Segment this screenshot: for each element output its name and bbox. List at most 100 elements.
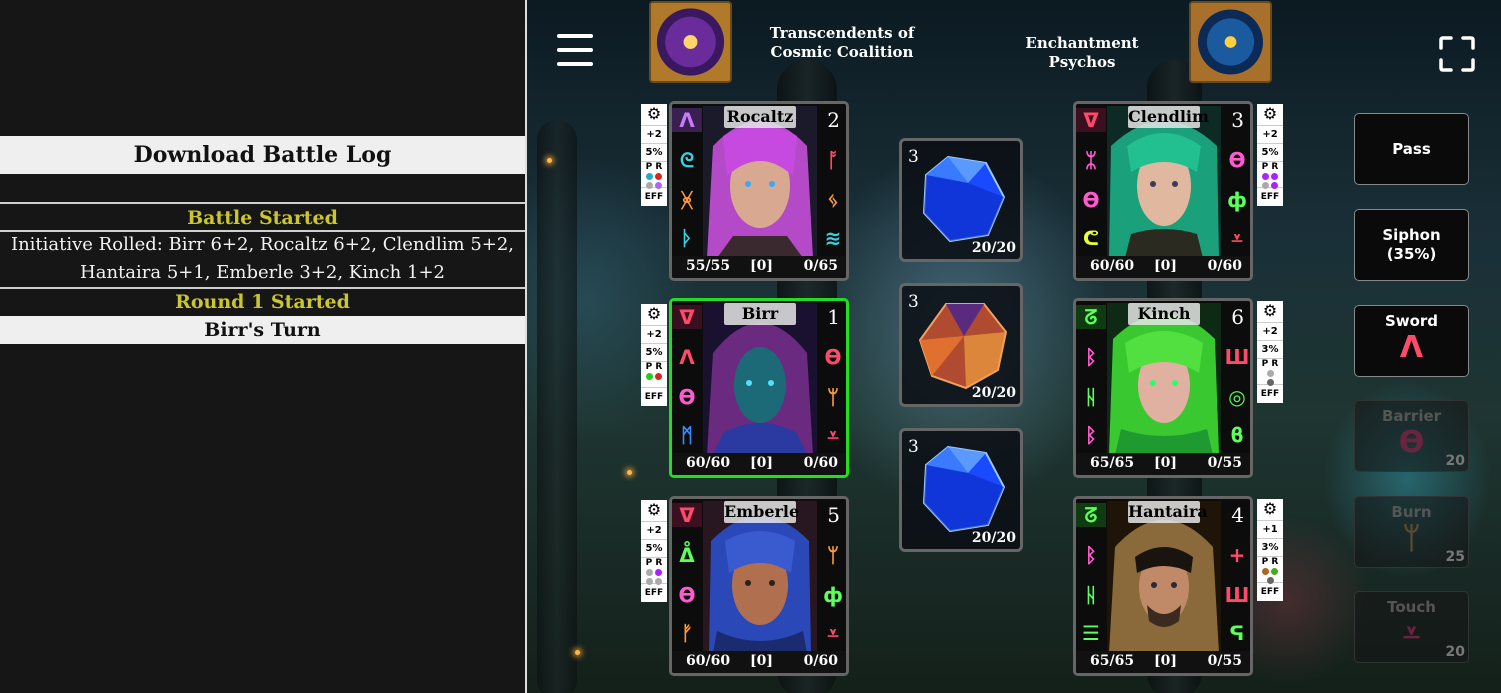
gem-icon — [918, 303, 1008, 390]
unit-card-rocaltz[interactable]: ᐱ ᘓ ᚸ ᚦ ᚩ ᛃ ≋ Rocaltz 2 55/55 [0] 0/65 — [669, 101, 849, 281]
hp-value: 65/65 — [1090, 455, 1135, 471]
unit-stat-bar: 60/60 [0] 0/60 — [672, 453, 846, 475]
energy-cost: 25 — [1445, 549, 1465, 565]
unit-stats-rocaltz: ⚙ +2 5% P R EFF — [641, 104, 667, 206]
gear-icon[interactable]: ⚙ — [641, 500, 667, 522]
gear-icon[interactable]: ⚙ — [641, 104, 667, 126]
log-entry-heading: Round 1 Started — [175, 291, 350, 313]
unit-card-emberle[interactable]: ᐁ ᐂ ϴ ᚠ ᛘ ф ⩡ Emberle 5 60/60 [0] 0/60 — [669, 496, 849, 676]
log-divider — [0, 202, 525, 204]
gem-card-2[interactable]: 3 20/20 — [899, 283, 1023, 407]
unit-stats-clendlim: ⚙ +2 5% P R EFF — [1257, 104, 1283, 206]
unit-stats-hantaira: ⚙ +1 3% P R EFF — [1257, 499, 1283, 601]
energy-value: 0/55 — [1207, 455, 1242, 471]
shield-value: [0] — [750, 653, 773, 669]
gem-icon — [922, 445, 1006, 533]
download-battle-log-button[interactable]: Download Battle Log — [0, 136, 525, 174]
unit-portrait — [703, 106, 817, 258]
initiative-value: 2 — [827, 108, 840, 132]
hp-value: 60/60 — [686, 455, 731, 471]
energy-value: 0/65 — [803, 258, 838, 274]
gem-hp: 20/20 — [971, 530, 1016, 546]
initiative-value: 5 — [827, 503, 840, 527]
unit-card-kinch[interactable]: ᘔ ᛒ ᚺ ᛒ Ш ◎ ϐ Kinch 6 65/65 [0] 0/55 — [1073, 298, 1253, 478]
shield-value: [0] — [1154, 455, 1177, 471]
gear-icon[interactable]: ⚙ — [641, 304, 667, 326]
unit-card-clendlim[interactable]: ᐁ ᛯ ϴ ᕦ ϴ ф ⩡ Clendlim 3 60/60 [0] 0/60 — [1073, 101, 1253, 281]
touch-button[interactable]: Touch ⩡ 20 — [1354, 591, 1469, 663]
energy-value: 0/60 — [803, 455, 838, 471]
battle-log-panel: Download Battle Log Battle Started Initi… — [0, 0, 525, 693]
unit-name: Kinch — [1128, 303, 1200, 325]
unit-stats-kinch: ⚙ +2 3% P R EFF — [1257, 301, 1283, 403]
energy-value: 0/60 — [1207, 258, 1242, 274]
shield-value: [0] — [750, 455, 773, 471]
siphon-button[interactable]: Siphon (35%) — [1354, 209, 1469, 281]
sword-button[interactable]: Sword ᐱ — [1354, 305, 1469, 377]
shield-value: [0] — [750, 258, 773, 274]
rune-column-left: ᐁ ᐂ ϴ ᚠ — [672, 499, 702, 653]
unit-stat-bar: 65/65 [0] 0/55 — [1076, 651, 1250, 673]
shield-value: [0] — [1154, 258, 1177, 274]
team-emblem-left — [649, 1, 732, 83]
unit-portrait — [703, 501, 817, 653]
energy-cost: 20 — [1445, 453, 1465, 469]
shield-value: [0] — [1154, 653, 1177, 669]
sword-rune-icon: ᐱ — [1399, 330, 1424, 365]
unit-card-birr[interactable]: ᐁ ᐱ ϴ ᛗ ϴ ᛘ ⩡ Birr 1 60/60 [0] 0/60 — [669, 298, 849, 478]
initiative-value: 6 — [1231, 305, 1244, 329]
rune-column-left: ᐁ ᛯ ϴ ᕦ — [1076, 104, 1106, 258]
unit-stats-birr: ⚙ +2 5% P R EFF — [641, 304, 667, 406]
unit-card-hantaira[interactable]: ᘔ ᛒ ᚺ ☰ + Ш ᕋ Hantaira 4 65/65 [0] 0/55 — [1073, 496, 1253, 676]
firefly — [547, 158, 552, 163]
unit-name: Rocaltz — [724, 106, 796, 128]
unit-stat-bar: 55/55 [0] 0/65 — [672, 256, 846, 278]
energy-cost: 20 — [1445, 644, 1465, 660]
battlefield: Transcendents of Cosmic Coalition Enchan… — [527, 0, 1501, 693]
gem-icon — [922, 155, 1006, 243]
unit-portrait — [703, 303, 817, 455]
energy-value: 0/55 — [1207, 653, 1242, 669]
team-name-right: Enchantment Psychos — [1025, 34, 1139, 71]
barrier-button[interactable]: Barrier ϴ 20 — [1354, 400, 1469, 472]
initiative-value: 3 — [1231, 108, 1244, 132]
gear-icon[interactable]: ⚙ — [1257, 499, 1283, 521]
firefly — [575, 650, 580, 655]
fullscreen-icon[interactable] — [1439, 36, 1475, 72]
unit-portrait — [1107, 501, 1221, 653]
unit-stats-emberle: ⚙ +2 5% P R EFF — [641, 500, 667, 602]
log-entry-turn: Birr's Turn — [0, 316, 525, 344]
unit-portrait — [1107, 303, 1221, 455]
unit-name: Emberle — [724, 501, 800, 523]
gem-hp: 20/20 — [971, 385, 1016, 401]
unit-stat-bar: 60/60 [0] 0/60 — [672, 651, 846, 673]
hp-value: 60/60 — [1090, 258, 1135, 274]
rune-column-left: ᐱ ᘓ ᚸ ᚦ — [672, 104, 702, 258]
energy-value: 0/60 — [803, 653, 838, 669]
unit-portrait — [1107, 106, 1221, 258]
gear-icon[interactable]: ⚙ — [1257, 301, 1283, 323]
unit-name: Birr — [724, 303, 796, 325]
team-emblem-right — [1189, 1, 1272, 83]
rune-column-left: ᐁ ᐱ ϴ ᛗ — [672, 301, 702, 455]
hamburger-menu-icon[interactable] — [557, 34, 593, 70]
gem-card-1[interactable]: 3 20/20 — [899, 138, 1023, 262]
rune-column-left: ᘔ ᛒ ᚺ ᛒ — [1076, 301, 1106, 455]
firefly — [627, 470, 632, 475]
burn-button[interactable]: Burn ᛘ 25 — [1354, 496, 1469, 568]
background-tree — [537, 120, 577, 693]
unit-stat-bar: 65/65 [0] 0/55 — [1076, 453, 1250, 475]
unit-stat-bar: 60/60 [0] 0/60 — [1076, 256, 1250, 278]
gear-icon[interactable]: ⚙ — [1257, 104, 1283, 126]
initiative-value: 1 — [827, 305, 840, 329]
unit-name: Hantaira — [1128, 501, 1208, 523]
hp-value: 65/65 — [1090, 653, 1135, 669]
hp-value: 60/60 — [686, 653, 731, 669]
pass-button[interactable]: Pass — [1354, 113, 1469, 185]
log-entry: Initiative Rolled: Birr 6+2, Rocaltz 6+2… — [10, 234, 515, 283]
gem-card-3[interactable]: 3 20/20 — [899, 428, 1023, 552]
log-entry-heading: Battle Started — [187, 207, 338, 229]
rune-column-left: ᘔ ᛒ ᚺ ☰ — [1076, 499, 1106, 653]
gem-hp: 20/20 — [971, 240, 1016, 256]
unit-name: Clendlim — [1128, 106, 1209, 128]
